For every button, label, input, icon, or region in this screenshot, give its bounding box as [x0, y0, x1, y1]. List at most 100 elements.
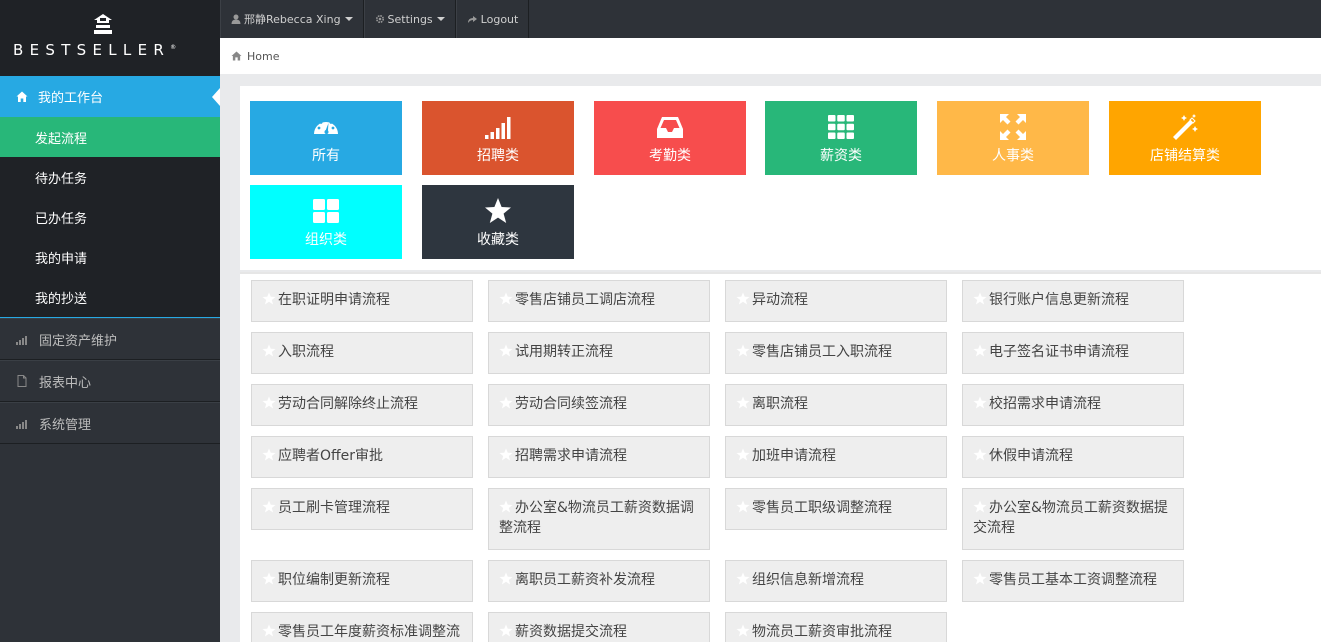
category-tile-organization[interactable]: 组织类 — [250, 185, 402, 259]
process-label: 休假申请流程 — [989, 448, 1073, 464]
star-icon[interactable] — [262, 344, 276, 357]
user-name: 邢静Rebecca Xing — [244, 13, 341, 26]
sidebar-item-reports[interactable]: 报表中心 — [0, 360, 220, 402]
sidebar-item-workbench[interactable]: 我的工作台 — [0, 76, 220, 117]
category-tile-all[interactable]: 所有 — [250, 101, 402, 175]
process-label: 在职证明申请流程 — [278, 292, 390, 308]
category-tile-salary[interactable]: 薪资类 — [765, 101, 917, 175]
process-button[interactable]: 加班申请流程 — [725, 436, 947, 478]
process-button[interactable]: 在职证明申请流程 — [251, 280, 473, 322]
process-button[interactable]: 劳动合同解除终止流程 — [251, 384, 473, 426]
process-label: 入职流程 — [278, 344, 334, 360]
star-icon[interactable] — [973, 500, 987, 513]
logo-text: BESTSELLER® — [13, 41, 177, 59]
process-button[interactable]: 招聘需求申请流程 — [488, 436, 710, 478]
star-icon[interactable] — [973, 396, 987, 409]
gear-icon — [375, 14, 384, 24]
signal-icon — [485, 117, 511, 139]
process-button[interactable]: 应聘者Offer审批 — [251, 436, 473, 478]
signal-icon — [16, 336, 27, 345]
category-tile-store-settlement[interactable]: 店铺结算类 — [1109, 101, 1261, 175]
process-button[interactable]: 组织信息新增流程 — [725, 560, 947, 602]
star-icon[interactable] — [499, 344, 513, 357]
star-icon[interactable] — [499, 396, 513, 409]
process-button[interactable]: 员工刷卡管理流程 — [251, 488, 473, 530]
star-icon[interactable] — [499, 500, 513, 513]
breadcrumb-home-link[interactable]: Home — [247, 50, 279, 63]
process-button[interactable]: 物流员工薪资审批流程 — [725, 612, 947, 642]
star-icon[interactable] — [262, 624, 276, 637]
star-icon[interactable] — [499, 448, 513, 461]
home-icon — [231, 51, 242, 61]
sidebar-subitem-my-requests[interactable]: 我的申请 — [0, 237, 220, 277]
process-button[interactable]: 校招需求申请流程 — [962, 384, 1184, 426]
process-button[interactable]: 零售店铺员工入职流程 — [725, 332, 947, 374]
file-icon — [17, 375, 27, 387]
process-button[interactable]: 离职流程 — [725, 384, 947, 426]
star-icon[interactable] — [973, 572, 987, 585]
sidebar-item-system[interactable]: 系统管理 — [0, 402, 220, 444]
process-button[interactable]: 试用期转正流程 — [488, 332, 710, 374]
star-icon[interactable] — [973, 292, 987, 305]
star-icon[interactable] — [736, 572, 750, 585]
logout-button[interactable]: Logout — [455, 0, 530, 38]
sidebar-item-label: 系统管理 — [39, 417, 92, 433]
star-icon[interactable] — [499, 572, 513, 585]
category-tile-recruitment[interactable]: 招聘类 — [422, 101, 574, 175]
star-icon[interactable] — [736, 292, 750, 305]
workbench-submenu: 发起流程 待办任务 已办任务 我的申请 我的抄送 — [0, 117, 220, 318]
process-label: 试用期转正流程 — [515, 344, 613, 360]
star-icon[interactable] — [736, 396, 750, 409]
process-button[interactable]: 职位编制更新流程 — [251, 560, 473, 602]
process-button[interactable]: 零售员工职级调整流程 — [725, 488, 947, 530]
process-label: 零售店铺员工调店流程 — [515, 292, 655, 308]
process-button[interactable]: 离职员工薪资补发流程 — [488, 560, 710, 602]
category-tile-attendance[interactable]: 考勤类 — [594, 101, 746, 175]
star-icon[interactable] — [736, 624, 750, 637]
process-button[interactable]: 办公室&物流员工薪资数据提交流程 — [962, 488, 1184, 550]
process-button[interactable]: 零售店铺员工调店流程 — [488, 280, 710, 322]
category-panel: 所有 招聘类 考勤类 薪资类 人事类 店铺结算类 组织类 收藏类 — [240, 86, 1321, 270]
settings-menu-button[interactable]: Settings — [363, 0, 456, 38]
process-label: 招聘需求申请流程 — [515, 448, 627, 464]
star-icon[interactable] — [499, 292, 513, 305]
star-icon[interactable] — [736, 448, 750, 461]
user-menu-button[interactable]: 邢静Rebecca Xing — [220, 0, 364, 38]
sidebar-subitem-todo[interactable]: 待办任务 — [0, 157, 220, 197]
star-icon[interactable] — [262, 448, 276, 461]
process-label: 校招需求申请流程 — [989, 396, 1101, 412]
process-label: 物流员工薪资审批流程 — [752, 624, 892, 640]
category-label: 组织类 — [305, 232, 347, 248]
sidebar-subitem-done[interactable]: 已办任务 — [0, 197, 220, 237]
process-label: 应聘者Offer审批 — [278, 448, 384, 464]
top-navbar: 邢静Rebecca Xing Settings Logout — [220, 0, 1321, 38]
star-icon[interactable] — [973, 448, 987, 461]
process-label: 零售店铺员工入职流程 — [752, 344, 892, 360]
sidebar-item-fixed-assets[interactable]: 固定资产维护 — [0, 318, 220, 360]
star-icon[interactable] — [736, 500, 750, 513]
star-icon[interactable] — [973, 344, 987, 357]
star-icon[interactable] — [736, 344, 750, 357]
star-icon[interactable] — [262, 572, 276, 585]
process-button[interactable]: 劳动合同续签流程 — [488, 384, 710, 426]
star-icon[interactable] — [262, 500, 276, 513]
process-button[interactable]: 异动流程 — [725, 280, 947, 322]
category-label: 店铺结算类 — [1150, 148, 1220, 164]
process-button[interactable]: 银行账户信息更新流程 — [962, 280, 1184, 322]
category-tile-favorites[interactable]: 收藏类 — [422, 185, 574, 259]
star-icon[interactable] — [499, 624, 513, 637]
process-button[interactable]: 入职流程 — [251, 332, 473, 374]
process-button[interactable]: 薪资数据提交流程 — [488, 612, 710, 642]
star-icon[interactable] — [262, 292, 276, 305]
process-button[interactable]: 零售员工年度薪资标准调整流 — [251, 612, 473, 642]
process-button[interactable]: 电子签名证书申请流程 — [962, 332, 1184, 374]
process-list-panel: 在职证明申请流程 零售店铺员工调店流程 异动流程 银行账户信息更新流程入职流程 试用期转… — [240, 272, 1321, 642]
process-button[interactable]: 零售员工基本工资调整流程 — [962, 560, 1184, 602]
star-icon[interactable] — [262, 396, 276, 409]
sidebar-subitem-cc[interactable]: 我的抄送 — [0, 277, 220, 317]
process-button[interactable]: 休假申请流程 — [962, 436, 1184, 478]
category-tile-personnel[interactable]: 人事类 — [937, 101, 1089, 175]
process-button[interactable]: 办公室&物流员工薪资数据调整流程 — [488, 488, 710, 550]
sidebar-subitem-start-process[interactable]: 发起流程 — [0, 117, 220, 157]
process-label: 零售员工年度薪资标准调整流 — [278, 624, 460, 640]
